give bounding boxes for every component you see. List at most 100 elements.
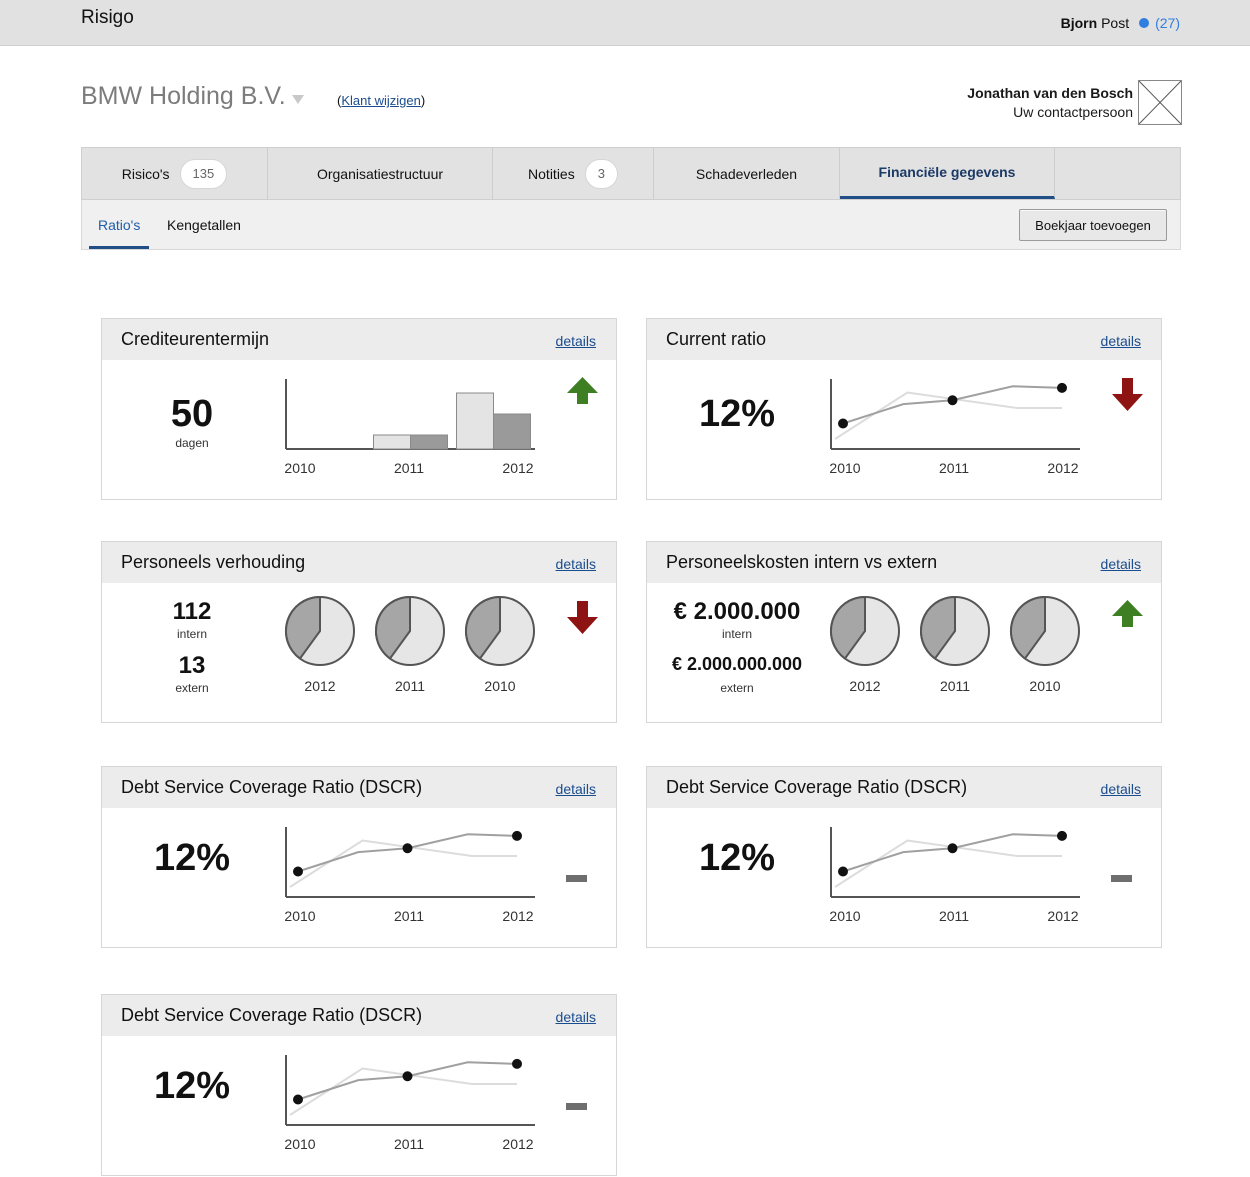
change-client-link[interactable]: Klant wijzigen [341, 93, 421, 108]
card-personeels-verhouding: Personeels verhouding details 112 intern… [101, 541, 617, 723]
user-first-name[interactable]: Bjorn [1061, 15, 1098, 31]
tab-notities[interactable]: Notities 3 [493, 148, 654, 199]
data-point [1057, 382, 1067, 393]
bar [456, 392, 494, 450]
card-title: Crediteurentermijn [121, 329, 270, 349]
pie-charts: 2012 2011 2010 [285, 595, 598, 694]
card-personeelskosten: Personeelskosten intern vs extern detail… [646, 541, 1162, 723]
user-last-name[interactable]: Post [1101, 15, 1129, 31]
trend-neutral-icon [566, 1103, 587, 1110]
x-tick-label: 2012 [502, 908, 533, 924]
line-chart: 2010 2011 2012 [284, 827, 587, 924]
x-tick-label: 2012 [1047, 460, 1078, 476]
trend-down-icon [1112, 378, 1143, 411]
details-link[interactable]: details [1101, 556, 1141, 572]
tab-schadeverleden[interactable]: Schadeverleden [654, 148, 840, 199]
tab-badge: 3 [584, 158, 618, 189]
details-link[interactable]: details [556, 781, 596, 797]
card-header: Debt Service Coverage Ratio (DSCR) detai… [102, 995, 616, 1036]
data-point [402, 1071, 413, 1082]
active-subtab-indicator [89, 246, 149, 249]
details-link[interactable]: details [556, 333, 596, 349]
bar-chart: 2010 2011 2012 [284, 377, 598, 476]
bar [410, 434, 448, 450]
trend-neutral-icon [1111, 875, 1132, 882]
add-year-button[interactable]: Boekjaar toevoegen [1019, 209, 1167, 241]
card-header: Debt Service Coverage Ratio (DSCR) detai… [102, 767, 616, 808]
x-tick-label: 2010 [829, 460, 860, 476]
main-tabs: Risico's 135 Organisatiestructuur Notiti… [81, 147, 1181, 200]
tab-risicos[interactable]: Risico's 135 [82, 148, 268, 199]
bar [493, 413, 531, 450]
pie-label: 2011 [395, 678, 425, 694]
trend-neutral-icon [566, 875, 587, 882]
card-dscr-1: Debt Service Coverage Ratio (DSCR) detai… [101, 766, 617, 948]
avatar-placeholder-icon [1138, 80, 1182, 125]
data-point [838, 418, 848, 429]
pie-label: 2010 [1029, 678, 1060, 694]
x-tick-label: 2011 [939, 908, 969, 924]
pie-label: 2012 [849, 678, 880, 694]
data-point [402, 843, 413, 854]
x-tick-label: 2012 [1047, 908, 1078, 924]
x-tick-label: 2012 [502, 1136, 533, 1152]
card-current-ratio: Current ratio details 12% 2010 2011 2012 [646, 318, 1162, 500]
pie-label: 2012 [304, 678, 335, 694]
x-tick-label: 2011 [394, 1136, 424, 1152]
line-chart: 2010 2011 2012 [829, 827, 1132, 924]
contact-avatar [1138, 80, 1182, 125]
client-name: BMW Holding B.V. [81, 82, 286, 110]
details-link[interactable]: details [1101, 781, 1141, 797]
contact-person: Jonathan van den Bosch Uw contactpersoon [967, 84, 1133, 122]
top-bar: Risigo Bjorn Post (27) [0, 0, 1250, 46]
details-link[interactable]: details [1101, 333, 1141, 349]
card-title: Current ratio [666, 329, 767, 349]
subtab-kengetallen[interactable]: Kengetallen [167, 217, 241, 233]
card-header: Crediteurentermijn details [102, 319, 616, 360]
subtab-ratios[interactable]: Ratio's [98, 217, 140, 233]
details-link[interactable]: details [556, 556, 596, 572]
tab-organisatiestructuur[interactable]: Organisatiestructuur [268, 148, 493, 199]
app-title: Risigo [81, 7, 134, 28]
trend-up-icon [1112, 600, 1143, 627]
trend-up-icon [567, 377, 598, 404]
x-tick-label: 2010 [829, 908, 860, 924]
data-point [947, 395, 958, 406]
details-link[interactable]: details [556, 1009, 596, 1025]
data-point [512, 1058, 522, 1069]
pie-label: 2011 [940, 678, 970, 694]
tab-badge: 135 [179, 158, 228, 189]
bar [373, 434, 411, 450]
card-header: Debt Service Coverage Ratio (DSCR) detai… [647, 767, 1161, 808]
data-point [947, 843, 958, 854]
trend-down-icon [567, 601, 598, 634]
client-dropdown-icon[interactable] [292, 95, 304, 104]
x-tick-label: 2010 [284, 908, 315, 924]
data-point [838, 866, 848, 877]
card-title: Debt Service Coverage Ratio (DSCR) [666, 777, 968, 797]
x-tick-label: 2011 [394, 908, 424, 924]
card-title: Personeelskosten intern vs extern [666, 552, 938, 572]
x-tick-label: 2011 [939, 460, 969, 476]
card-title: Debt Service Coverage Ratio (DSCR) [121, 1005, 423, 1025]
pie-label: 2010 [484, 678, 515, 694]
notification-dot-icon[interactable] [1139, 18, 1150, 28]
card-header: Personeelskosten intern vs extern detail… [647, 542, 1161, 583]
change-client: (Klant wijzigen) [337, 93, 426, 108]
contact-name: Jonathan van den Bosch [967, 85, 1133, 101]
user-menu[interactable]: Bjorn Post (27) [1061, 15, 1180, 31]
line-chart: 2010 2011 2012 [284, 1055, 587, 1152]
x-tick-label: 2011 [394, 460, 424, 476]
card-header: Current ratio details [647, 319, 1161, 360]
card-header: Personeels verhouding details [102, 542, 616, 583]
card-crediteurentermijn: Crediteurentermijn details 50 dagen 2010… [101, 318, 617, 500]
contact-role: Uw contactpersoon [1013, 104, 1133, 120]
x-tick-label: 2010 [284, 460, 315, 476]
card-title: Debt Service Coverage Ratio (DSCR) [121, 777, 423, 797]
tab-financiele-gegevens[interactable]: Financiële gegevens [840, 148, 1055, 199]
notification-count[interactable]: (27) [1155, 15, 1180, 31]
data-point [512, 830, 522, 841]
data-point [1057, 830, 1067, 841]
x-tick-label: 2010 [284, 1136, 315, 1152]
card-dscr-3: Debt Service Coverage Ratio (DSCR) detai… [101, 994, 617, 1176]
